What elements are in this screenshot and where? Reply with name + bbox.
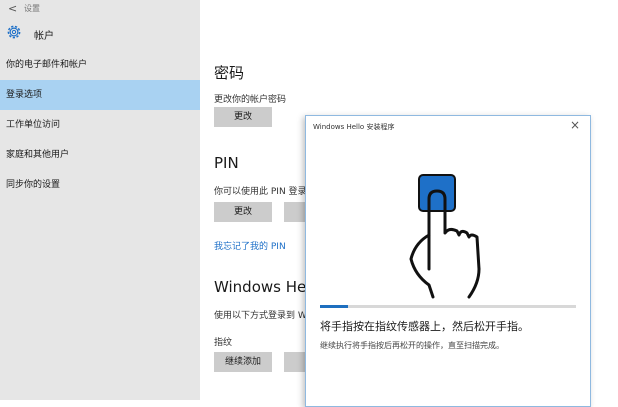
app-title: 设置 — [24, 4, 40, 13]
dialog-title: Windows Hello 安装程序 — [313, 123, 395, 131]
sidebar: < 设置 帐户 你的电子邮件和帐户 登录选项 工作单位访问 家庭和其他用户 同步… — [0, 0, 200, 400]
fingerprint-label: 指纹 — [214, 338, 233, 348]
pin-change-button[interactable]: 更改 — [214, 202, 272, 222]
fingerprint-add-button[interactable]: 继续添加 — [214, 352, 272, 372]
password-description: 更改你的帐户密码 — [214, 95, 287, 105]
scan-progress-fill — [320, 305, 349, 308]
sidebar-item-email-accounts[interactable]: 你的电子邮件和帐户 — [0, 50, 200, 80]
scan-progress-bar — [320, 305, 576, 308]
page-header: 帐户 — [0, 20, 200, 50]
back-arrow-icon[interactable]: < — [8, 2, 17, 15]
gear-icon — [7, 25, 21, 39]
sidebar-item-family-users[interactable]: 家庭和其他用户 — [0, 140, 200, 170]
windows-hello-setup-dialog: Windows Hello 安装程序 × 将手指按在指纹传感器上，然后松开手指。… — [305, 115, 591, 407]
pin-description: 你可以使用此 PIN 登录 — [214, 187, 307, 197]
dialog-hint: 继续执行将手指按后再松开的操作，直至扫描完成。 — [320, 341, 504, 350]
sidebar-nav: 你的电子邮件和帐户 登录选项 工作单位访问 家庭和其他用户 同步你的设置 — [0, 50, 200, 200]
page-title: 帐户 — [34, 31, 54, 42]
fingerprint-touch-icon — [409, 174, 481, 299]
dialog-instruction: 将手指按在指纹传感器上，然后松开手指。 — [320, 320, 529, 333]
password-change-button[interactable]: 更改 — [214, 107, 272, 127]
sidebar-item-work-access[interactable]: 工作单位访问 — [0, 110, 200, 140]
title-bar: < 设置 — [0, 0, 200, 18]
sidebar-item-sign-in-options[interactable]: 登录选项 — [0, 80, 200, 110]
pin-section-title: PIN — [214, 154, 239, 172]
close-icon[interactable]: × — [570, 118, 580, 132]
password-section-title: 密码 — [214, 64, 245, 82]
sidebar-item-sync-settings[interactable]: 同步你的设置 — [0, 170, 200, 200]
forgot-pin-link[interactable]: 我忘记了我的 PIN — [214, 239, 286, 252]
